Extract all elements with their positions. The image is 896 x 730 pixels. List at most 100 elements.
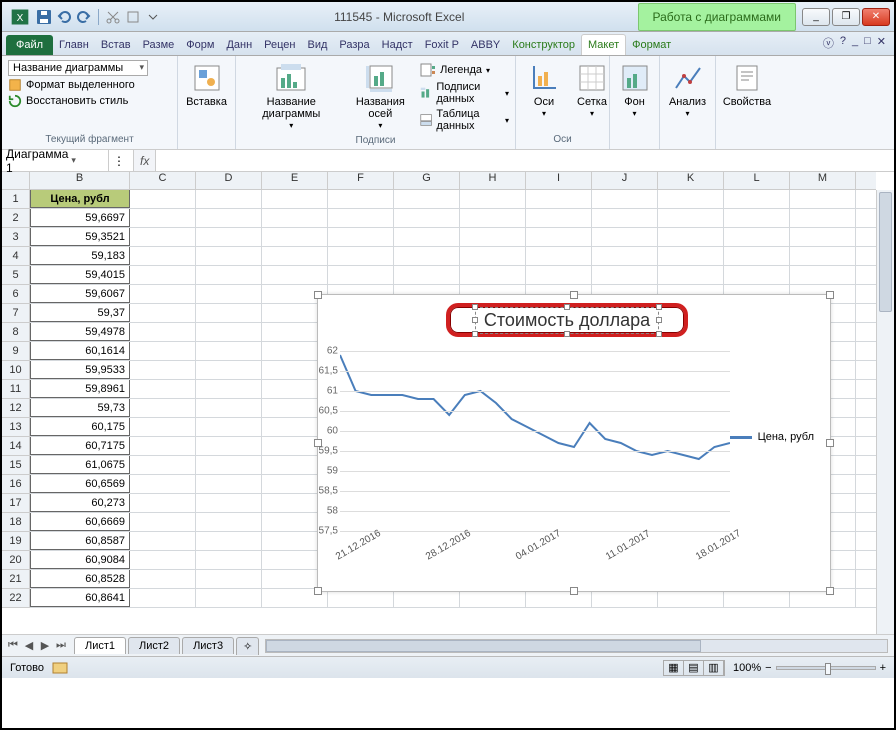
legend-swatch — [730, 436, 752, 439]
ribbon-tabs: Файл Главн Встав Разме Форм Данн Рецен В… — [2, 32, 894, 56]
formula-bar[interactable] — [155, 150, 894, 171]
tab-design[interactable]: Конструктор — [506, 35, 581, 55]
window-title: 111545 - Microsoft Excel — [161, 10, 638, 24]
worksheet-area: BCDEFGHIJKLM 123456789101112131415161718… — [2, 172, 894, 634]
properties-button[interactable]: Свойства — [722, 60, 772, 110]
namebox-expand-icon[interactable]: ⋮ — [113, 154, 125, 168]
fx-label[interactable]: fx — [134, 154, 155, 168]
chart-title-button[interactable]: Название диаграммы▾ — [242, 60, 341, 133]
vertical-scrollbar[interactable] — [876, 190, 894, 634]
column-headers[interactable]: BCDEFGHIJKLM — [30, 172, 876, 190]
legend-icon — [420, 62, 436, 78]
zoom-in-button[interactable]: + — [880, 662, 886, 674]
chart-title[interactable]: Стоимость доллара — [475, 307, 659, 334]
group-current-fragment: Текущий фрагмент — [8, 134, 171, 145]
tab-layout[interactable]: Макет — [581, 34, 626, 55]
tab-page-layout[interactable]: Разме — [137, 35, 181, 55]
insert-icon — [191, 62, 223, 94]
insert-button[interactable]: Вставка — [184, 60, 229, 110]
tab-view[interactable]: Вид — [302, 35, 334, 55]
minimize-button[interactable]: _ — [802, 8, 830, 26]
help-icon[interactable]: ? — [840, 35, 846, 51]
chart-title-highlight: Стоимость доллара — [446, 303, 688, 337]
tab-home[interactable]: Главн — [53, 35, 95, 55]
tab-addins[interactable]: Надст — [376, 35, 419, 55]
doc-min-icon[interactable]: _ — [852, 35, 858, 51]
normal-view-icon[interactable]: ▦ — [664, 661, 684, 675]
zoom-slider[interactable] — [776, 666, 876, 670]
legend-button[interactable]: Легенда ▾ — [420, 62, 509, 78]
tab-formulas[interactable]: Форм — [180, 35, 220, 55]
undo-icon[interactable] — [56, 9, 72, 25]
doc-close-icon[interactable]: ✕ — [877, 35, 886, 51]
ribbon: Название диаграммы Формат выделенного Во… — [2, 56, 894, 150]
background-icon — [619, 62, 651, 94]
qat-item-icon[interactable] — [125, 9, 141, 25]
data-labels-button[interactable]: Подписи данных ▾ — [420, 81, 509, 105]
x-axis-labels: 21.12.201628.12.201604.01.201711.01.2017… — [340, 535, 730, 569]
tab-foxit[interactable]: Foxit P — [419, 35, 465, 55]
properties-icon — [731, 62, 763, 94]
row-headers[interactable]: 12345678910111213141516171819202122 — [2, 190, 30, 608]
gridlines-button[interactable]: Сетка▾ — [570, 60, 614, 121]
redo-icon[interactable] — [76, 9, 92, 25]
titlebar: X 111545 - Microsoft Excel Работа с диаг… — [2, 2, 894, 32]
view-buttons[interactable]: ▦ ▤ ▥ — [663, 660, 725, 676]
formula-bar-row: Диаграмма 1▾ ⋮ fx — [2, 150, 894, 172]
tab-abbyy[interactable]: ABBY — [465, 35, 506, 55]
save-icon[interactable] — [36, 9, 52, 25]
tab-file[interactable]: Файл — [6, 35, 53, 55]
data-table-icon — [420, 112, 432, 128]
reset-style-icon — [8, 94, 22, 108]
contextual-tab-group: Работа с диаграммами — [638, 3, 797, 31]
maximize-button[interactable]: ❐ — [832, 8, 860, 26]
sheet-tab-2[interactable]: Лист2 — [128, 637, 180, 654]
zoom-level[interactable]: 100% — [733, 662, 761, 674]
sheet-tab-3[interactable]: Лист3 — [182, 637, 234, 654]
status-bar: Готово ▦ ▤ ▥ 100% − + — [2, 656, 894, 678]
tab-insert[interactable]: Встав — [95, 35, 137, 55]
sheet-tabs-bar: ⏮◀▶⏭ Лист1 Лист2 Лист3 ✧ — [2, 634, 894, 656]
sheet-tab-1[interactable]: Лист1 — [74, 637, 126, 654]
embedded-chart[interactable]: Стоимость доллара 57,55858,55959,56060,5… — [317, 294, 831, 592]
analysis-icon — [672, 62, 704, 94]
minimize-ribbon-icon[interactable]: ⓥ — [823, 35, 834, 51]
sheet-nav[interactable]: ⏮◀▶⏭ — [2, 639, 72, 652]
page-layout-icon[interactable]: ▤ — [684, 661, 704, 675]
data-table-button[interactable]: Таблица данных ▾ — [420, 108, 509, 132]
macro-record-icon[interactable] — [52, 661, 68, 675]
axes-button[interactable]: Оси▾ — [522, 60, 566, 121]
zoom-out-button[interactable]: − — [765, 662, 771, 674]
chart-legend[interactable]: Цена, рубл — [730, 431, 814, 443]
qat-dropdown-icon[interactable] — [145, 9, 161, 25]
plot-area[interactable]: 57,55858,55959,56060,56161,562 — [340, 351, 730, 531]
tab-review[interactable]: Рецен — [258, 35, 301, 55]
tab-data[interactable]: Данн — [220, 35, 258, 55]
background-button[interactable]: Фон▾ — [616, 60, 653, 121]
group-axes: Оси — [522, 134, 603, 145]
chart-title-icon — [275, 62, 307, 94]
format-selection-button[interactable]: Формат выделенного — [8, 78, 171, 92]
doc-max-icon[interactable]: □ — [864, 35, 871, 51]
window-controls: _ ❐ ✕ — [802, 8, 890, 26]
gridlines-icon — [576, 62, 608, 94]
tab-developer[interactable]: Разра — [333, 35, 375, 55]
name-box[interactable]: Диаграмма 1▾ ⋮ — [2, 150, 134, 171]
page-break-icon[interactable]: ▥ — [704, 661, 724, 675]
analysis-button[interactable]: Анализ▾ — [666, 60, 709, 121]
svg-text:X: X — [17, 13, 24, 24]
excel-icon: X — [10, 7, 30, 27]
axis-titles-button[interactable]: Названия осей▾ — [345, 60, 417, 133]
quick-access-toolbar — [36, 9, 161, 25]
legend-label: Цена, рубл — [758, 431, 814, 443]
close-button[interactable]: ✕ — [862, 8, 890, 26]
tab-format[interactable]: Формат — [626, 35, 677, 55]
new-sheet-button[interactable]: ✧ — [236, 637, 259, 655]
axes-icon — [528, 62, 560, 94]
select-all-corner[interactable] — [2, 172, 30, 190]
chart-element-selector[interactable]: Название диаграммы — [8, 60, 148, 76]
qat-scissors-icon[interactable] — [105, 9, 121, 25]
reset-style-button[interactable]: Восстановить стиль — [8, 94, 171, 108]
zoom-control[interactable]: 100% − + — [733, 662, 886, 674]
horizontal-scrollbar[interactable] — [265, 639, 888, 653]
